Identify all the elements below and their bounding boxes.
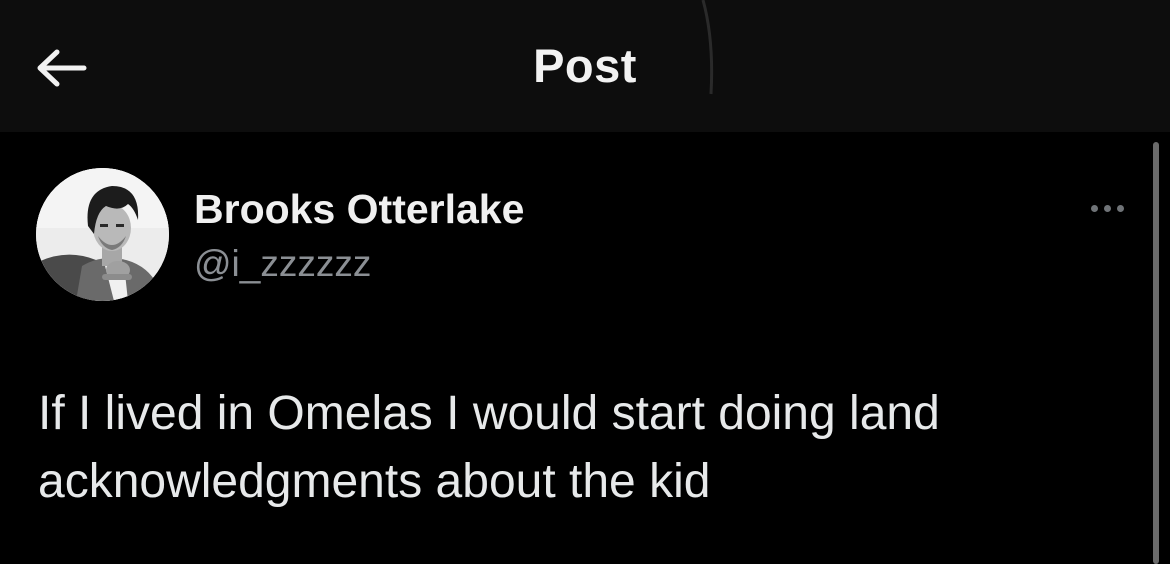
author-display-name[interactable]: Brooks Otterlake [194, 185, 524, 233]
ellipsis-icon [1090, 204, 1098, 212]
ellipsis-icon [1103, 204, 1111, 212]
screen-crease [701, 0, 714, 95]
scrollbar[interactable] [1153, 142, 1159, 564]
avatar[interactable] [36, 168, 169, 301]
post-text: If I lived in Omelas I would start doing… [38, 387, 940, 508]
ellipsis-icon [1116, 204, 1124, 212]
top-bar: Post [0, 0, 1170, 132]
author-handle[interactable]: @i_zzzzzz [194, 242, 371, 286]
page-title: Post [533, 39, 637, 92]
avatar-photo [36, 168, 169, 301]
more-options-button[interactable] [1082, 194, 1132, 222]
